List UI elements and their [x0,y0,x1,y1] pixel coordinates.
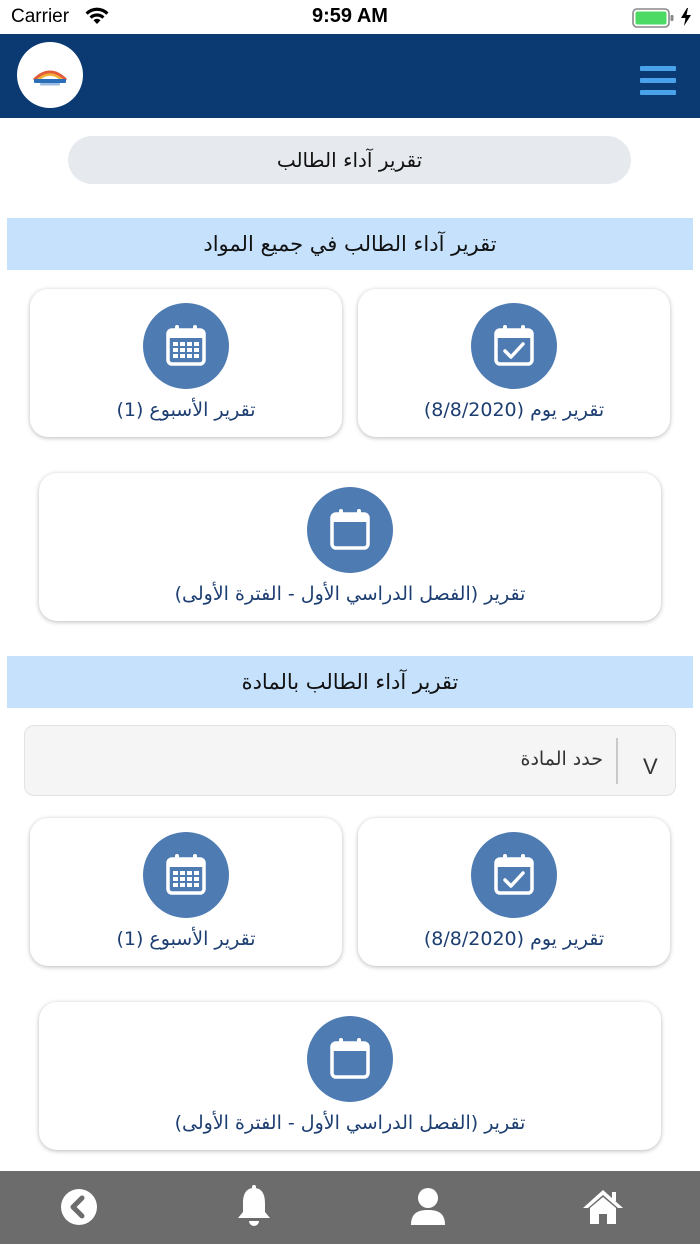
all-subjects-section-title: تقرير آداء الطالب في جميع المواد [7,218,693,270]
all-week-report-label: تقرير الأسبوع (1) [116,399,256,421]
chevron-down-icon[interactable]: V [643,754,658,780]
school-logo[interactable] [17,42,83,108]
subject-term-report-card[interactable]: تقرير (الفصل الدراسي الأول - الفترة الأو… [39,1002,661,1150]
all-day-report-card[interactable]: تقرير يوم (8/8/2020) [358,289,670,437]
all-term-report-card[interactable]: تقرير (الفصل الدراسي الأول - الفترة الأو… [39,473,661,621]
all-week-report-card[interactable]: تقرير الأسبوع (1) [30,289,342,437]
calendar-check-icon [471,303,557,389]
subject-week-report-label: تقرير الأسبوع (1) [116,928,256,950]
status-bar: Carrier 9:59 AM [0,0,700,34]
by-subject-section-title: تقرير آداء الطالب بالمادة [7,656,693,708]
calendar-grid-icon [143,303,229,389]
subject-day-report-card[interactable]: تقرير يوم (8/8/2020) [358,818,670,966]
logo-emblem-icon [32,70,68,86]
hamburger-menu-icon[interactable] [640,66,676,102]
calendar-check-icon [471,832,557,918]
calendar-icon [307,1016,393,1102]
bottom-nav-bar [0,1171,700,1244]
battery-icon [632,8,674,28]
subject-select-placeholder: حدد المادة [520,748,603,770]
subject-week-report-card[interactable]: تقرير الأسبوع (1) [30,818,342,966]
calendar-grid-icon [143,832,229,918]
select-divider [616,738,618,784]
subject-term-report-label: تقرير (الفصل الدراسي الأول - الفترة الأو… [174,1112,526,1134]
charging-bolt-icon [681,8,691,26]
clock: 9:59 AM [312,5,388,27]
app-header [0,34,700,118]
bell-icon[interactable] [229,1183,279,1231]
home-icon[interactable] [578,1183,628,1231]
calendar-icon [307,487,393,573]
subject-day-report-label: تقرير يوم (8/8/2020) [423,928,605,950]
page-title: تقرير آداء الطالب [68,136,631,184]
user-icon[interactable] [403,1183,453,1231]
all-day-report-label: تقرير يوم (8/8/2020) [423,399,605,421]
back-icon[interactable] [54,1183,104,1231]
all-term-report-label: تقرير (الفصل الدراسي الأول - الفترة الأو… [174,583,526,605]
subject-select[interactable]: حدد المادة V [24,725,676,796]
